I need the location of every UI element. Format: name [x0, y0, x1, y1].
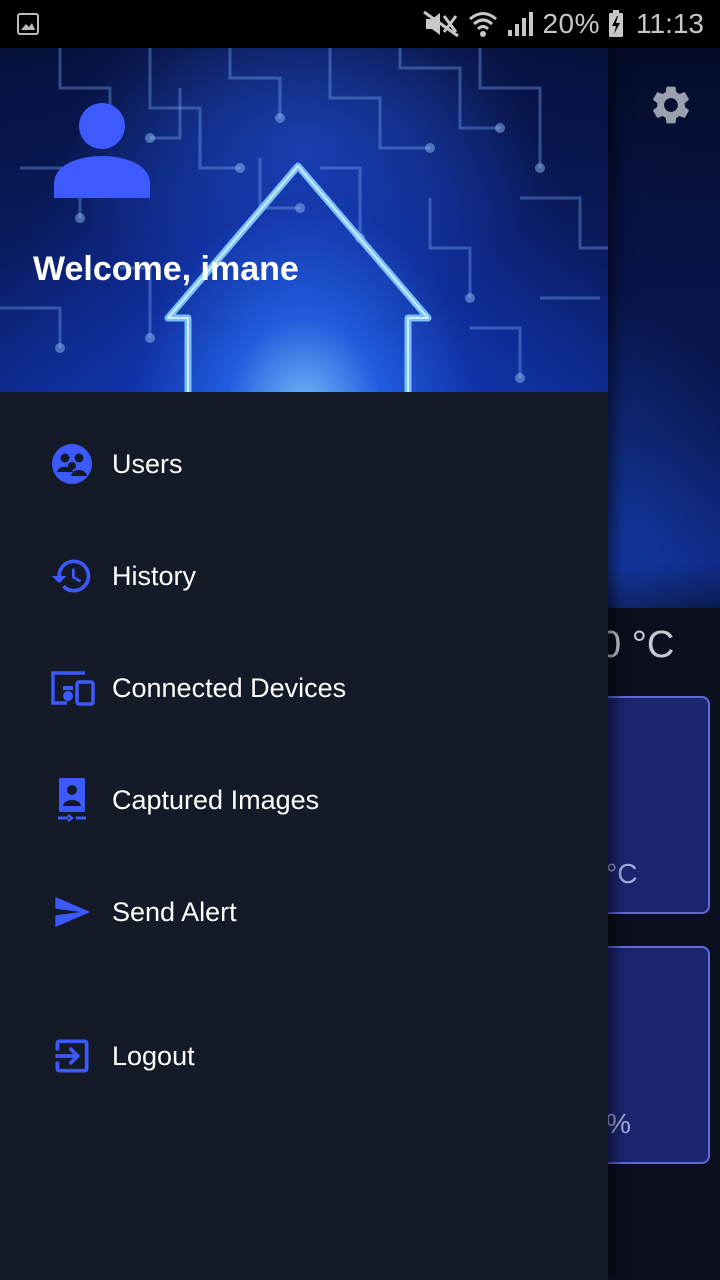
battery-percent: 20% [542, 8, 600, 39]
logout-icon [48, 1032, 96, 1080]
menu-item-send-alert[interactable]: Send Alert [0, 872, 608, 952]
portrait-icon [48, 776, 96, 824]
devices-icon [48, 664, 96, 712]
clock: 11:13 [636, 8, 704, 39]
menu-item-label: Users [112, 448, 183, 479]
menu-item-users[interactable]: Users [0, 424, 608, 504]
background-temperature-text: 0 °C [600, 624, 675, 666]
background-temperature-card[interactable]: °C [596, 696, 710, 914]
drawer-header: Welcome, imane [0, 48, 608, 392]
menu-item-label: History [112, 560, 197, 591]
status-bar: 20% 11:13 [0, 0, 720, 48]
battery-charging-icon [609, 10, 623, 37]
background-humidity-card[interactable]: % [596, 946, 710, 1164]
wifi-icon [469, 12, 498, 37]
status-left [16, 12, 40, 36]
navigation-drawer: Welcome, imane Users History Connected D… [0, 48, 608, 1280]
menu-item-logout[interactable]: Logout [0, 1016, 608, 1096]
users-icon [48, 440, 96, 488]
menu-item-label: Captured Images [112, 784, 320, 815]
history-icon [48, 552, 96, 600]
signal-icon [508, 12, 534, 36]
background-card-value: °C [606, 858, 638, 889]
gallery-notification-icon [17, 13, 39, 35]
welcome-text: Welcome, imane [33, 250, 299, 288]
person-icon [54, 103, 150, 198]
menu-item-label: Logout [112, 1040, 195, 1071]
menu-item-label: Connected Devices [112, 672, 347, 703]
menu-item-connected-devices[interactable]: Connected Devices [0, 648, 608, 728]
background-card-value: % [606, 1108, 631, 1139]
gear-icon[interactable] [648, 82, 694, 128]
menu-item-label: Send Alert [112, 896, 237, 927]
status-right: 20% 11:13 [422, 8, 704, 40]
menu-item-captured-images[interactable]: Captured Images [0, 760, 608, 840]
circuit-house-background [0, 48, 608, 392]
mute-icon [423, 10, 460, 38]
avatar [54, 103, 150, 198]
menu-item-history[interactable]: History [0, 536, 608, 616]
send-icon [48, 888, 96, 936]
